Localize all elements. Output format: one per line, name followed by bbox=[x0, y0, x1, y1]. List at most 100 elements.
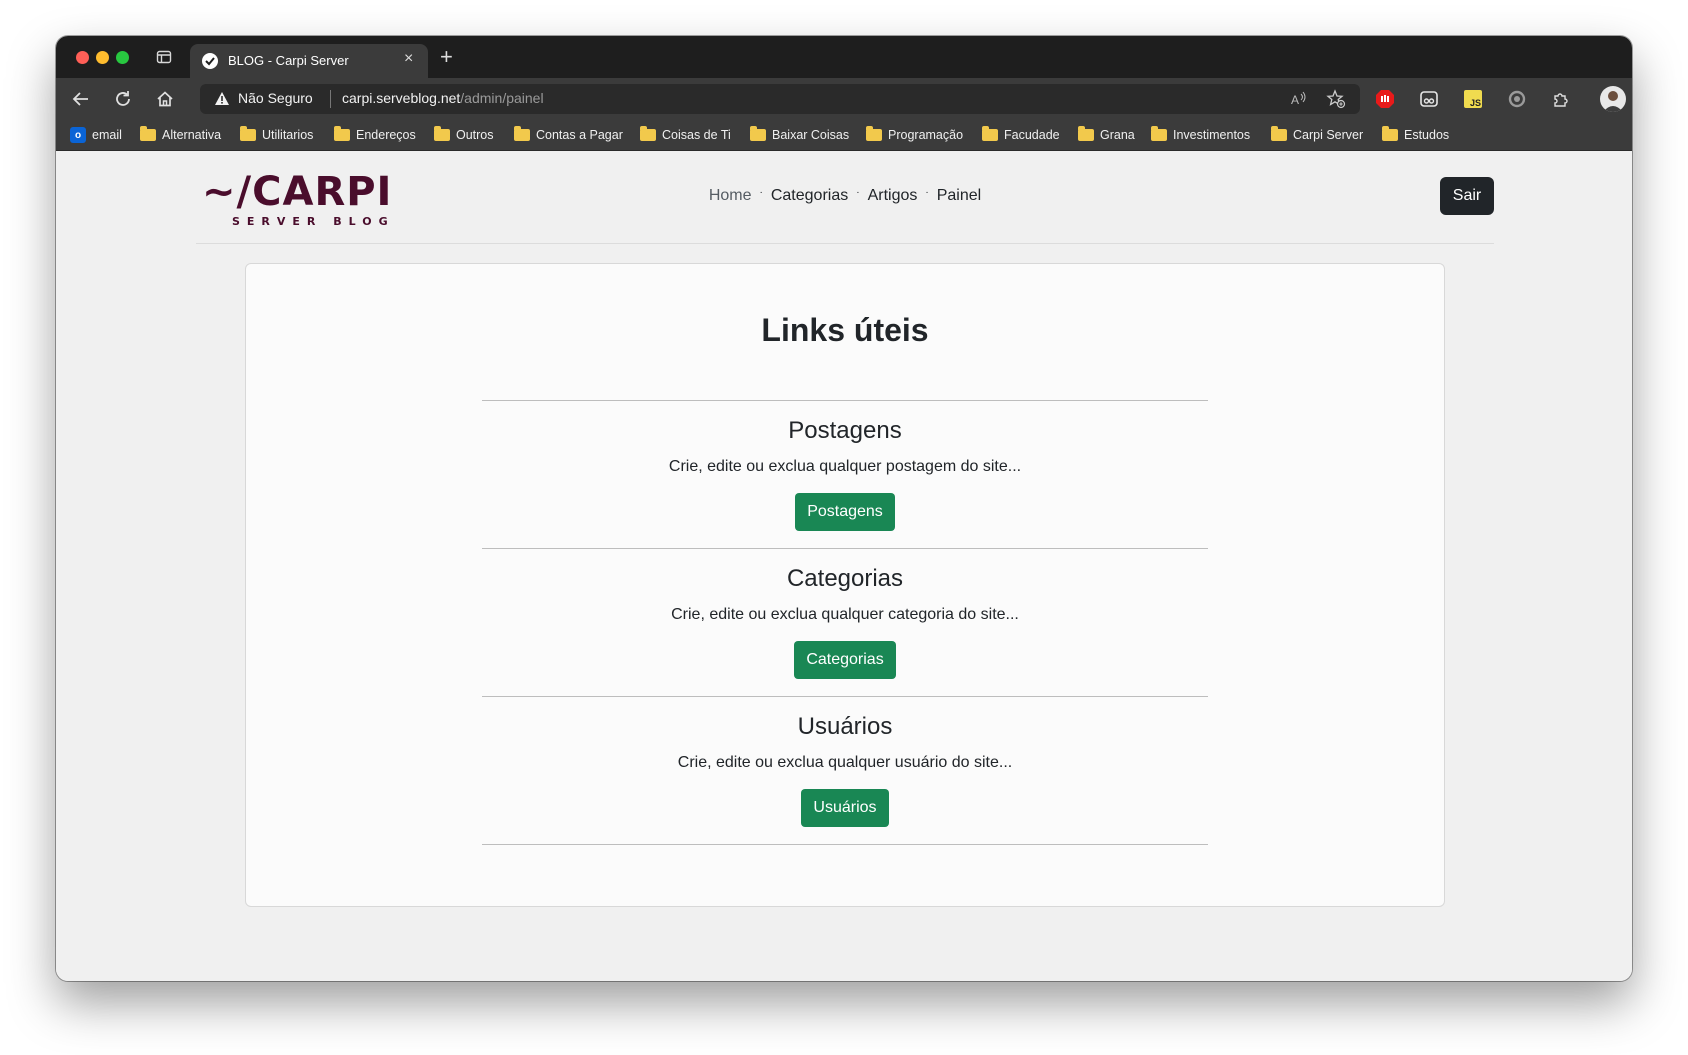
extensions-icon[interactable] bbox=[1550, 88, 1572, 110]
folder-icon bbox=[434, 126, 450, 141]
minimize-window-button[interactable] bbox=[96, 51, 109, 64]
bookmark-label: Carpi Server bbox=[1293, 128, 1364, 142]
nav-separator: · bbox=[856, 187, 860, 198]
categorias-button[interactable]: Categorias bbox=[794, 641, 896, 679]
bookmark-baixar-coisas[interactable]: Baixar Coisas bbox=[750, 126, 850, 143]
folder-icon bbox=[1382, 126, 1398, 141]
bookmark-enderecos[interactable]: Endereços bbox=[334, 126, 416, 143]
bookmark-coisas-de-ti[interactable]: Coisas de Ti bbox=[640, 126, 731, 143]
usuarios-button[interactable]: Usuários bbox=[801, 789, 889, 827]
page-title: Links úteis bbox=[761, 312, 929, 348]
bookmark-label: Grana bbox=[1100, 128, 1135, 142]
outlook-icon: o bbox=[70, 127, 86, 143]
folder-icon bbox=[240, 126, 256, 141]
read-aloud-icon[interactable]: A bbox=[1290, 90, 1308, 108]
postagens-button[interactable]: Postagens bbox=[795, 493, 895, 531]
url-host: carpi.serveblog.net bbox=[342, 90, 461, 106]
bookmark-estudos[interactable]: Estudos bbox=[1382, 126, 1450, 143]
folder-icon bbox=[1271, 126, 1287, 141]
folder-icon bbox=[982, 126, 998, 141]
back-arrow-icon[interactable] bbox=[70, 88, 92, 110]
bookmark-investimentos[interactable]: Investimentos bbox=[1151, 126, 1251, 143]
folder-icon bbox=[334, 126, 350, 141]
warning-icon[interactable] bbox=[214, 91, 230, 106]
active-tab[interactable]: BLOG - Carpi Server × bbox=[190, 44, 428, 78]
bookmark-facudade[interactable]: Facudade bbox=[982, 126, 1060, 143]
site-header: ~/CARPI SERVER BLOG Home · Categorias · Arti… bbox=[196, 151, 1494, 244]
bookmark-programacao[interactable]: Programação bbox=[866, 126, 964, 143]
url-text[interactable]: carpi.serveblog.net/admin/painel bbox=[342, 90, 544, 106]
bookmarks-bar: o email Alternativa Utilitarios Endereço… bbox=[56, 120, 1632, 151]
bookmark-label: Investimentos bbox=[1173, 128, 1251, 142]
main-nav: Home · Categorias · Artigos · Painel bbox=[196, 187, 1494, 205]
bookmark-label: Programação bbox=[888, 128, 964, 142]
bookmark-label: Endereços bbox=[356, 128, 416, 142]
bookmark-label: Facudade bbox=[1004, 128, 1060, 142]
close-window-button[interactable] bbox=[76, 51, 89, 64]
browser-window: BLOG - Carpi Server × + Não Seguro carpi… bbox=[56, 36, 1632, 981]
address-divider bbox=[330, 90, 331, 108]
url-path: /admin/painel bbox=[460, 90, 544, 106]
nav-home[interactable]: Home bbox=[709, 187, 752, 204]
browser-toolbar: Não Seguro carpi.serveblog.net/admin/pai… bbox=[56, 78, 1632, 120]
section-description: Crie, edite ou exclua qualquer categoria… bbox=[671, 606, 1019, 623]
address-bar[interactable]: Não Seguro carpi.serveblog.net/admin/pai… bbox=[200, 84, 1360, 114]
bookmark-label: Baixar Coisas bbox=[772, 128, 850, 142]
section-categorias: Categorias Crie, edite ou exclua qualque… bbox=[482, 548, 1208, 697]
section-usuarios: Usuários Crie, edite ou exclua qualquer … bbox=[482, 696, 1208, 845]
logout-button[interactable]: Sair bbox=[1440, 177, 1494, 215]
bookmark-alternativa[interactable]: Alternativa bbox=[140, 126, 222, 143]
add-favorite-icon[interactable] bbox=[1326, 89, 1346, 109]
section-title: Usuários bbox=[797, 713, 893, 740]
sync-extension-icon[interactable] bbox=[1506, 88, 1528, 110]
section-title: Categorias bbox=[786, 565, 904, 592]
folder-icon bbox=[866, 126, 882, 141]
nav-artigos[interactable]: Artigos bbox=[868, 187, 918, 204]
tab-bar: BLOG - Carpi Server × + bbox=[56, 36, 1632, 78]
nav-separator: · bbox=[759, 187, 763, 198]
security-status[interactable]: Não Seguro bbox=[238, 90, 313, 106]
folder-icon bbox=[140, 126, 156, 141]
nav-painel[interactable]: Painel bbox=[937, 187, 981, 204]
section-description: Crie, edite ou exclua qualquer postagem … bbox=[668, 458, 1022, 475]
bookmark-label: Estudos bbox=[1404, 128, 1450, 142]
bookmark-label: Contas a Pagar bbox=[536, 128, 623, 142]
site-favicon-icon bbox=[202, 53, 218, 69]
new-tab-button[interactable]: + bbox=[440, 44, 453, 70]
logo-sub: SERVER BLOG bbox=[232, 215, 392, 228]
folder-icon bbox=[1151, 126, 1167, 141]
folder-icon bbox=[514, 126, 530, 141]
tab-title: BLOG - Carpi Server bbox=[228, 53, 349, 68]
bookmark-utilitarios[interactable]: Utilitarios bbox=[240, 126, 314, 143]
section-description: Crie, edite ou exclua qualquer usuário d… bbox=[677, 754, 1013, 771]
bookmark-email[interactable]: o email bbox=[70, 127, 122, 143]
bookmark-label: Alternativa bbox=[162, 128, 222, 142]
home-icon[interactable] bbox=[154, 88, 176, 110]
folder-icon bbox=[1078, 126, 1094, 141]
folder-icon bbox=[640, 126, 656, 141]
bookmark-label: email bbox=[92, 128, 122, 142]
bookmark-carpi-server[interactable]: Carpi Server bbox=[1271, 126, 1364, 143]
tab-close-icon[interactable]: × bbox=[404, 50, 413, 68]
folder-icon bbox=[750, 126, 766, 141]
bookmark-label: Utilitarios bbox=[262, 128, 314, 142]
reload-icon[interactable] bbox=[112, 88, 134, 110]
section-postagens: Postagens Crie, edite ou exclua qualquer… bbox=[482, 400, 1208, 549]
svg-text:A: A bbox=[1291, 93, 1299, 107]
bookmark-grana[interactable]: Grana bbox=[1078, 126, 1135, 143]
javascript-extension-icon[interactable]: JS bbox=[1462, 88, 1484, 110]
links-card: Links úteis Postagens Crie, edite ou exc… bbox=[245, 263, 1445, 907]
bookmark-label: Coisas de Ti bbox=[662, 128, 731, 142]
nav-separator: · bbox=[925, 187, 929, 198]
page-viewport: ~/CARPI SERVER BLOG Home · Categorias · Arti… bbox=[56, 151, 1632, 981]
adblock-extension-icon[interactable] bbox=[1374, 88, 1396, 110]
reader-extension-icon[interactable] bbox=[1418, 88, 1440, 110]
bookmark-outros[interactable]: Outros bbox=[434, 126, 494, 143]
profile-avatar[interactable] bbox=[1600, 86, 1626, 112]
tab-actions-icon[interactable] bbox=[156, 49, 172, 65]
maximize-window-button[interactable] bbox=[116, 51, 129, 64]
svg-text:JS: JS bbox=[1470, 98, 1481, 108]
bookmark-contas-a-pagar[interactable]: Contas a Pagar bbox=[514, 126, 623, 143]
nav-categorias[interactable]: Categorias bbox=[771, 187, 848, 204]
bookmark-label: Outros bbox=[456, 128, 494, 142]
